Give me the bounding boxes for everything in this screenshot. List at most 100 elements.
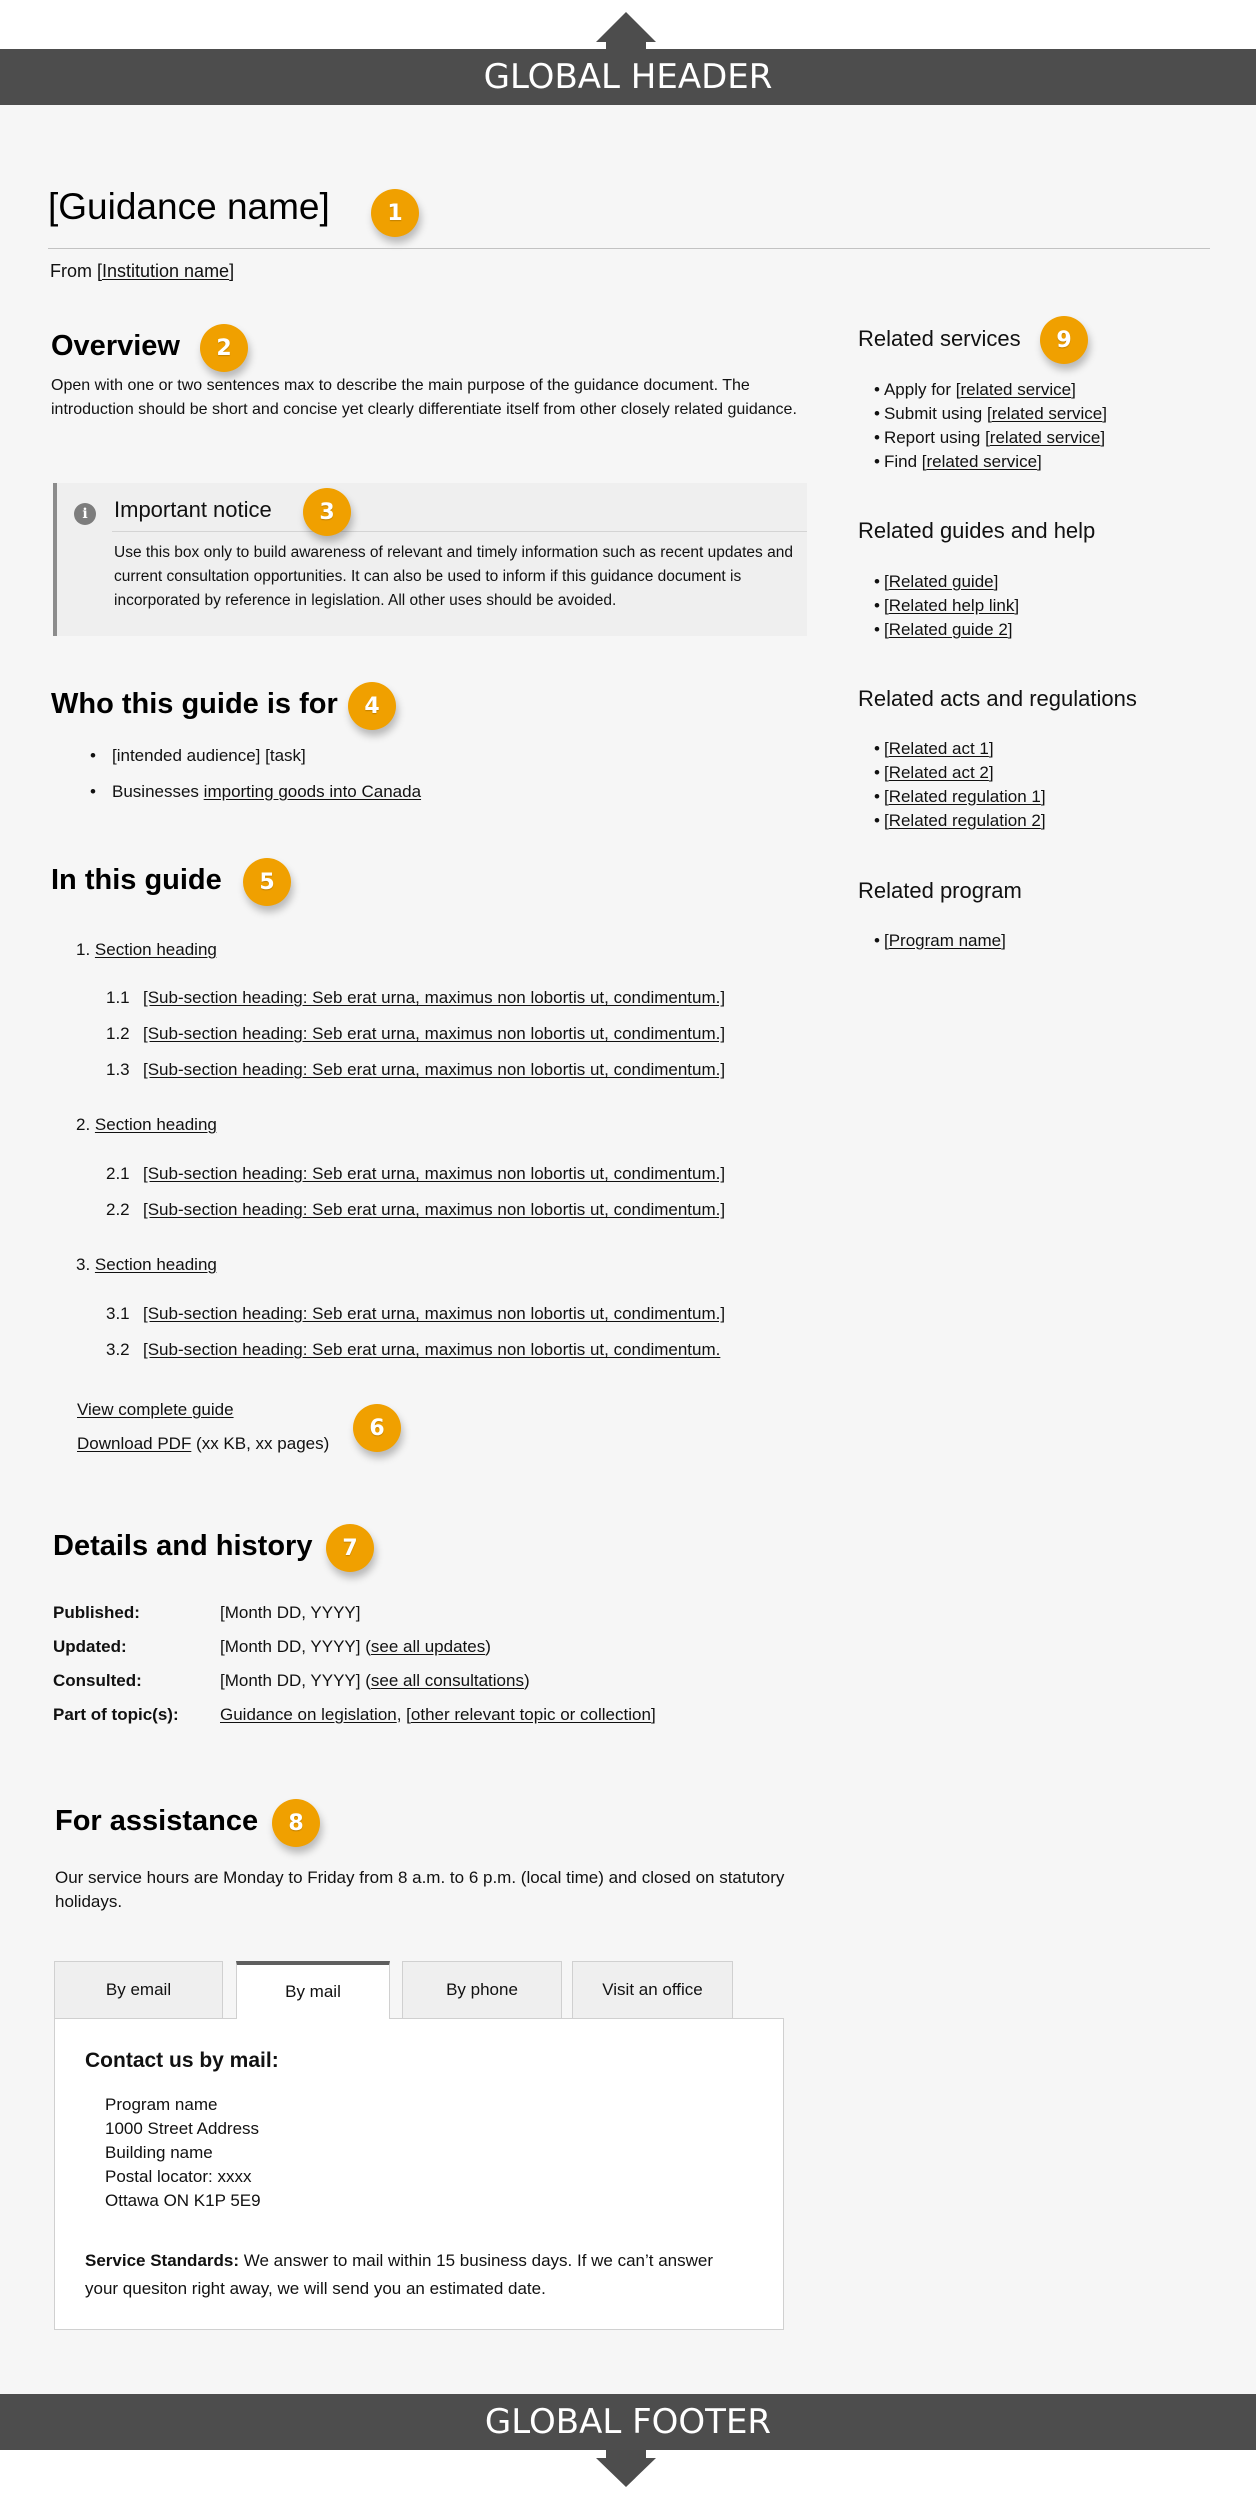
toc-sub-link[interactable]: [Sub-section heading: Seb erat urna, max… <box>143 1304 725 1323</box>
related-act-link[interactable]: Related act 1 <box>889 739 989 758</box>
tab-by-mail[interactable]: By mail <box>236 1961 390 2019</box>
related-regulation-link[interactable]: Related regulation 1 <box>889 787 1041 806</box>
address-line: Program name <box>105 2095 218 2114</box>
institution-link[interactable]: Institution name <box>102 261 229 281</box>
related-regulation-item: • [Related regulation 2] <box>874 811 1046 830</box>
toc-sub-number: 1.3 <box>106 1060 130 1079</box>
related-act-item: • [Related act 2] <box>874 763 994 782</box>
related-act-link[interactable]: Related act 2 <box>889 763 989 782</box>
program-name-link[interactable]: Program name <box>889 931 1001 950</box>
toc-sub-link[interactable]: [Sub-section heading: Seb erat urna, max… <box>143 1024 725 1043</box>
item-prefix: Apply for [ <box>883 380 961 399</box>
tab-label: By phone <box>446 1980 518 1999</box>
audience-item-text: [intended audience] [task] <box>112 746 306 765</box>
related-acts-list: • [Related act 1] • [Related act 2] • [Rela… <box>874 737 1046 833</box>
toc-sub-link[interactable]: [Sub-section heading: Seb erat urna, max… <box>143 1340 720 1359</box>
global-header-label: GLOBAL HEADER <box>483 57 773 97</box>
toc-sub-number: 3.1 <box>106 1304 130 1323</box>
item-suffix: ] <box>988 763 994 782</box>
arrow-down-icon <box>596 2450 656 2487</box>
toc-sub-link[interactable]: [Sub-section heading: Seb erat urna, max… <box>143 1164 725 1183</box>
related-guide-link[interactable]: Related guide 2 <box>889 620 1008 639</box>
toc-sub-link[interactable]: [Sub-section heading: Seb erat urna, max… <box>143 1200 725 1219</box>
toc-subsection: 1.1 [Sub-section heading: Seb erat urna, … <box>106 988 725 1008</box>
sidebar-heading-related-program: Related program <box>858 878 1022 903</box>
related-guide-link[interactable]: Related guide <box>889 572 994 591</box>
item-suffix: ] <box>1071 380 1076 399</box>
item-suffix: ] <box>1040 811 1046 830</box>
from-prefix: From [ <box>50 261 102 281</box>
toc-subsection: 1.3 [Sub-section heading: Seb erat urna, … <box>106 1060 725 1080</box>
other-topic-link[interactable]: other relevant topic or collection <box>411 1705 651 1724</box>
toc-section-3: 3. Section heading <box>76 1255 217 1275</box>
related-service-item: • Submit using [related service] <box>874 404 1107 423</box>
related-regulation-link[interactable]: Related regulation 2 <box>889 811 1041 830</box>
see-all-consultations-link[interactable]: see all consultations <box>371 1671 524 1690</box>
item-suffix: ] <box>1001 931 1006 950</box>
callout-badge-5: 5 <box>243 858 291 906</box>
item-suffix: ] <box>1014 596 1020 615</box>
item-suffix: ] <box>1007 620 1013 639</box>
important-notice-box: i Important notice Use this box only to … <box>53 483 807 636</box>
related-program-list: • [Program name] <box>874 929 1006 953</box>
related-guides-list: • [Related guide] • [Related help link] •[… <box>874 570 1019 642</box>
audience-item: Businesses importing goods into Canada <box>52 780 421 816</box>
sidebar-heading-related-guides: Related guides and help <box>858 518 1096 543</box>
topic-link[interactable]: Guidance on legislation <box>220 1705 397 1724</box>
toc-subsection: 3.2 [Sub-section heading: Seb erat urna, … <box>106 1340 720 1360</box>
tab-by-email[interactable]: By email <box>54 1961 223 2018</box>
toc-section-link[interactable]: Section heading <box>95 940 217 959</box>
page-title: [Guidance name] <box>48 186 330 227</box>
global-header: GLOBAL HEADER <box>0 49 1256 105</box>
callout-badge-4: 4 <box>348 682 396 730</box>
from-suffix: ] <box>229 261 235 281</box>
address-line: 1000 Street Address <box>105 2119 260 2138</box>
audience-item-text: Businesses <box>112 782 204 801</box>
related-service-link[interactable]: related service <box>992 404 1103 423</box>
related-service-link[interactable]: related service <box>961 380 1072 399</box>
related-service-item: • Report using [related service] <box>874 428 1106 447</box>
toc-section-link[interactable]: Section heading <box>95 1115 217 1134</box>
toc-section-number: 2. <box>76 1115 91 1134</box>
callout-badge-3: 3 <box>303 488 351 536</box>
related-regulation-item: • [Related regulation 1] <box>874 787 1046 806</box>
global-footer-label: GLOBAL FOOTER <box>484 2402 772 2442</box>
details-separator: , [ <box>396 1705 411 1724</box>
tab-label: Visit an office <box>602 1980 703 1999</box>
toc-sub-number: 3.2 <box>106 1340 130 1359</box>
related-service-link[interactable]: related service <box>990 428 1101 447</box>
toc-subsection: 1.2 [Sub-section heading: Seb erat urna, … <box>106 1024 725 1044</box>
address-line: Building name <box>105 2143 213 2162</box>
toc-sub-link[interactable]: [Sub-section heading: Seb erat urna, max… <box>143 1060 725 1079</box>
audience-heading: Who this guide is for <box>51 688 338 720</box>
sidebar-heading-related-services: Related services <box>858 326 1021 351</box>
overview-text: Open with one or two sentences max to de… <box>51 377 797 418</box>
item-suffix: ] <box>1100 428 1106 447</box>
address-line: Postal locator: xxxx <box>105 2167 252 2186</box>
related-guide-item: • [Related guide 2] <box>874 620 1013 639</box>
related-guide-item: • [Related help link] <box>874 596 1020 615</box>
notice-text: Use this box only to build awareness of … <box>114 544 793 609</box>
audience-link[interactable]: importing goods into Canada <box>204 782 421 801</box>
toc-subsection: 3.1 [Sub-section heading: Seb erat urna, … <box>106 1304 725 1324</box>
download-pdf-link[interactable]: Download PDF <box>77 1434 191 1453</box>
see-all-updates-link[interactable]: see all updates <box>371 1637 485 1656</box>
related-help-link[interactable]: Related help link <box>889 596 1015 615</box>
item-prefix: Submit using [ <box>883 404 992 423</box>
audience-list: [intended audience] [task] Businesses im… <box>52 744 421 816</box>
view-complete-guide-link[interactable]: View complete guide <box>77 1400 234 1420</box>
details-row-consulted: Consulted: [Month DD, YYYY] (see all cons… <box>53 1671 530 1691</box>
related-service-link[interactable]: related service <box>926 452 1037 471</box>
details-suffix: ] <box>650 1705 656 1724</box>
toc-sub-number: 1.1 <box>106 988 130 1007</box>
item-suffix: ] <box>1102 404 1107 423</box>
tab-visit-an-office[interactable]: Visit an office <box>572 1961 733 2018</box>
toc-section-link[interactable]: Section heading <box>95 1255 217 1274</box>
details-heading: Details and history <box>53 1530 313 1562</box>
item-suffix: ] <box>1040 787 1046 806</box>
toc-sub-number: 2.2 <box>106 1200 130 1219</box>
callout-badge-6: 6 <box>353 1404 401 1452</box>
toc-sub-link[interactable]: [Sub-section heading: Seb erat urna, max… <box>143 988 725 1007</box>
tab-by-phone[interactable]: By phone <box>402 1961 562 2018</box>
info-icon: i <box>74 503 96 525</box>
